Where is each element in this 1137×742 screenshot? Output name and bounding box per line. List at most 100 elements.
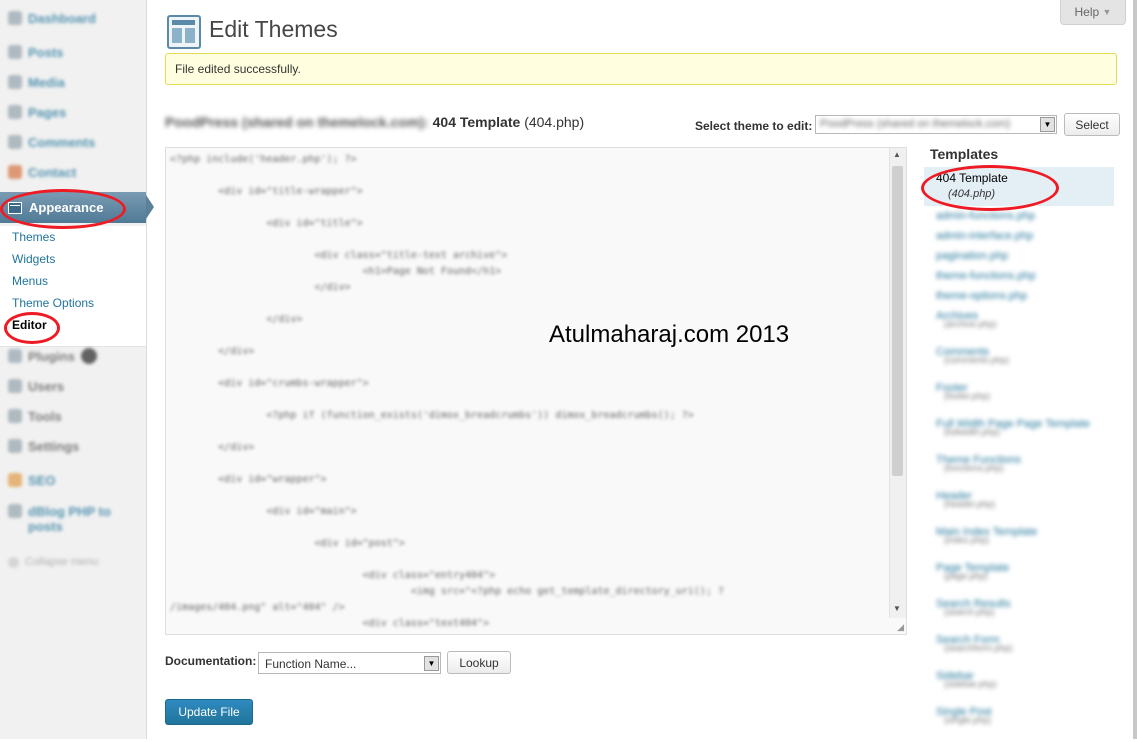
- template-item[interactable]: Page Template (page.php): [936, 562, 1126, 598]
- template-item[interactable]: Search Results (search.php): [936, 598, 1126, 634]
- lookup-button[interactable]: Lookup: [447, 651, 511, 674]
- theme-name: PoodPress (shared on themelock.com):: [165, 114, 429, 130]
- menu-posts[interactable]: Posts: [0, 38, 146, 66]
- template-item-file: (searchform.php): [944, 643, 1013, 653]
- menu-dashboard-label: Dashboard: [28, 10, 96, 26]
- file-heading: PoodPress (shared on themelock.com): 404…: [165, 114, 584, 130]
- editor-scrollbar[interactable]: ▲ ▼: [889, 148, 906, 618]
- tools-icon: [8, 409, 22, 423]
- update-file-button[interactable]: Update File: [165, 699, 253, 725]
- template-item[interactable]: Sidebar (sidebar.php): [936, 670, 1126, 706]
- scrollbar-thumb[interactable]: [892, 166, 903, 476]
- menu-seo[interactable]: SEO: [0, 466, 146, 494]
- update-count-badge: [80, 348, 97, 364]
- menu-settings[interactable]: Settings: [0, 432, 146, 460]
- code-line: <div class="text404">: [170, 618, 490, 629]
- template-item[interactable]: Main Index Template (index.php): [936, 526, 1126, 562]
- scroll-down-icon[interactable]: ▼: [893, 604, 901, 613]
- code-content[interactable]: <?php include('header.php'); ?> <div id=…: [170, 152, 882, 632]
- menu-users-label: Users: [28, 378, 65, 394]
- chevron-down-icon[interactable]: ▼: [424, 656, 439, 671]
- help-label: Help: [1074, 5, 1100, 19]
- submenu-widgets[interactable]: Widgets: [12, 252, 55, 266]
- template-item-file: (page.php): [944, 571, 988, 581]
- menu-tools-label: Tools: [28, 408, 62, 424]
- code-line: <img src="<?php echo get_template_direct…: [170, 586, 724, 597]
- menu-dashboard[interactable]: Dashboard: [0, 4, 146, 32]
- submenu-themes[interactable]: Themes: [12, 230, 55, 244]
- code-editor[interactable]: <?php include('header.php'); ?> <div id=…: [165, 147, 907, 635]
- seo-icon: [8, 473, 22, 487]
- template-item[interactable]: Single Post (single.php): [936, 706, 1126, 742]
- menu-appearance-label: Appearance: [29, 200, 104, 215]
- template-item[interactable]: pagination.php: [936, 250, 1126, 270]
- select-button[interactable]: Select: [1064, 113, 1120, 136]
- template-item[interactable]: theme-functions.php: [936, 270, 1126, 290]
- code-line: <div class="entry404">: [170, 570, 496, 581]
- pages-icon: [8, 105, 22, 119]
- template-item[interactable]: Search Form (searchform.php): [936, 634, 1126, 670]
- scroll-up-icon[interactable]: ▲: [893, 150, 901, 159]
- chevron-down-icon[interactable]: ▼: [1040, 117, 1055, 132]
- menu-plugins[interactable]: Plugins: [0, 342, 146, 370]
- theme-select[interactable]: PoodPress (shared on themelock.com) ▼: [815, 115, 1057, 134]
- success-notice: File edited successfully.: [165, 53, 1117, 85]
- help-tab[interactable]: Help ▼: [1060, 0, 1126, 25]
- dashboard-icon: [8, 11, 22, 25]
- template-item[interactable]: theme-options.php: [936, 290, 1126, 310]
- template-item[interactable]: Theme Functions (functions.php): [936, 454, 1126, 490]
- template-item[interactable]: Comments (comments.php): [936, 346, 1126, 382]
- code-line: </div>: [170, 442, 255, 453]
- code-line: <div id="crumbs-wrapper">: [170, 378, 369, 389]
- template-name: 404 Template: [432, 114, 521, 130]
- template-item-name: pagination.php: [936, 250, 1009, 262]
- menu-contact-label: Contact: [28, 164, 77, 180]
- template-item[interactable]: Footer (footer.php): [936, 382, 1126, 418]
- template-item-name: theme-options.php: [936, 290, 1028, 302]
- active-template-name: 404 Template: [936, 171, 1008, 185]
- menu-media[interactable]: Media: [0, 68, 146, 96]
- submenu-theme-options[interactable]: Theme Options: [12, 296, 94, 310]
- template-item[interactable]: admin-interface.php: [936, 230, 1126, 250]
- template-item[interactable]: Header (header.php): [936, 490, 1126, 526]
- settings-icon: [8, 439, 22, 453]
- menu-media-label: Media: [28, 74, 65, 90]
- submenu-menus[interactable]: Menus: [12, 274, 48, 288]
- admin-sidebar: Dashboard Posts Media Pages Comments Con…: [0, 0, 154, 739]
- template-item[interactable]: Full Width Page Page Template (fullwidth.…: [936, 418, 1126, 454]
- template-item-active[interactable]: 404 Template (404.php): [924, 167, 1114, 206]
- chevron-down-icon: ▼: [1102, 7, 1112, 17]
- menu-comments[interactable]: Comments: [0, 128, 146, 156]
- template-list: admin-functions.php admin-interface.php pa…: [936, 210, 1126, 742]
- pin-icon: [8, 45, 22, 59]
- template-item-file: (single.php): [944, 715, 992, 725]
- code-line: <div id="wrapper">: [170, 474, 327, 485]
- menu-users[interactable]: Users: [0, 372, 146, 400]
- menu-appearance[interactable]: Appearance: [0, 192, 154, 223]
- function-name-value: Function Name...: [265, 657, 357, 671]
- menu-contact[interactable]: Contact: [0, 158, 146, 186]
- collapse-menu[interactable]: Collapse menu: [0, 548, 146, 576]
- template-item-file: (search.php): [944, 607, 995, 617]
- collapse-menu-label: Collapse menu: [25, 556, 99, 568]
- template-item[interactable]: admin-functions.php: [936, 210, 1126, 230]
- menu-posts-label: Posts: [28, 44, 64, 60]
- template-item[interactable]: Archives (archive.php): [936, 310, 1126, 346]
- menu-dblog-label: dBlog PHP to posts: [28, 504, 111, 534]
- menu-dblog[interactable]: dBlog PHP to posts: [0, 504, 146, 538]
- template-item-file: (header.php): [944, 499, 996, 509]
- function-name-select[interactable]: Function Name... ▼: [258, 652, 441, 674]
- menu-tools[interactable]: Tools: [0, 402, 146, 430]
- page-title: Edit Themes: [209, 16, 338, 42]
- menu-pages[interactable]: Pages: [0, 98, 146, 126]
- documentation-label: Documentation:: [165, 654, 257, 668]
- plugin-icon: [8, 349, 22, 363]
- resize-grip-icon[interactable]: ◢: [897, 622, 904, 633]
- menu-pages-label: Pages: [28, 104, 67, 120]
- submenu-editor[interactable]: Editor: [12, 318, 47, 332]
